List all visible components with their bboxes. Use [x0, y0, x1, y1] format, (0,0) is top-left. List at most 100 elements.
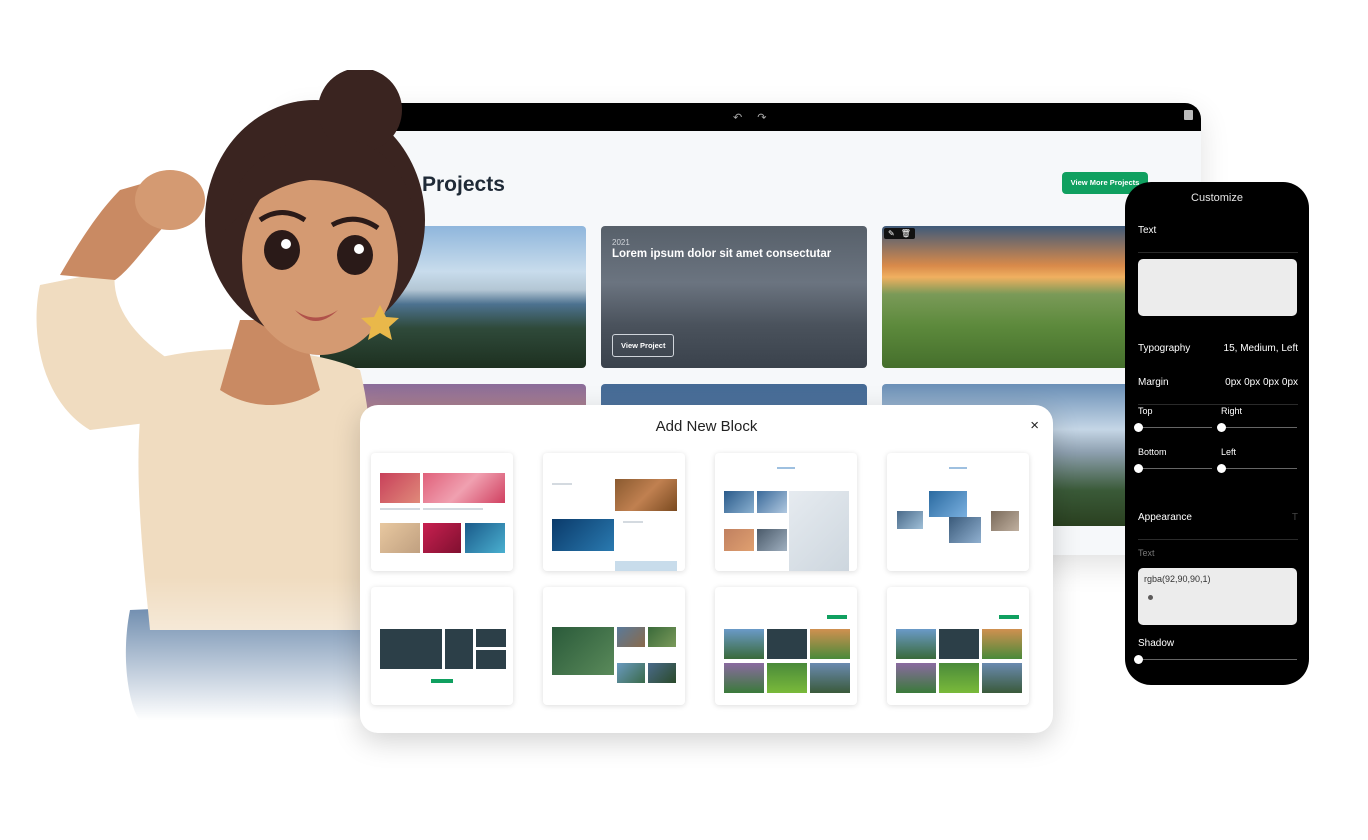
template-thumb	[648, 627, 676, 647]
template-thumb	[757, 491, 787, 513]
template-thumb	[929, 491, 967, 517]
modal-title: Add New Block	[655, 418, 758, 435]
slider-knob[interactable]	[1217, 464, 1226, 473]
block-template-projects-grid-alt[interactable]	[887, 587, 1029, 705]
close-icon[interactable]: ×	[1030, 417, 1039, 434]
customize-panel: Customize Text Typography 15, Medium, Le…	[1125, 182, 1309, 685]
slider-knob[interactable]	[1134, 655, 1143, 664]
top-slider[interactable]	[1134, 423, 1212, 432]
top-label: Top	[1138, 406, 1153, 416]
template-thumb	[423, 473, 505, 503]
divider	[1138, 539, 1298, 540]
block-template-aerial-grid[interactable]	[543, 587, 685, 705]
template-thumb	[615, 479, 677, 511]
panel-title: Customize	[1191, 192, 1243, 204]
template-line	[777, 467, 795, 469]
template-thumb	[767, 629, 807, 659]
template-button	[431, 679, 453, 683]
template-thumb	[476, 629, 506, 647]
text-label: Text	[1138, 225, 1157, 236]
card-heading: Lorem ipsum dolor sit amet consectutar	[612, 248, 832, 260]
template-thumb	[724, 491, 754, 513]
slider-knob[interactable]	[1134, 464, 1143, 473]
card-year: 2021	[612, 238, 630, 247]
slider-knob[interactable]	[1217, 423, 1226, 432]
left-label: Left	[1221, 447, 1237, 457]
add-new-block-modal: Add New Block ×	[360, 405, 1053, 733]
right-slider[interactable]	[1217, 423, 1297, 432]
save-icon[interactable]	[1184, 110, 1193, 120]
text-input[interactable]	[1138, 259, 1297, 316]
slider-knob[interactable]	[1134, 423, 1143, 432]
block-template-architecture[interactable]	[715, 453, 857, 571]
template-thumb	[982, 663, 1022, 693]
template-thumb	[380, 523, 420, 553]
template-line	[423, 508, 483, 510]
template-thumb	[810, 663, 850, 693]
color-input[interactable]: rgba(92,90,90,1)	[1138, 568, 1297, 625]
template-thumb	[939, 629, 979, 659]
template-line	[552, 483, 572, 485]
template-thumb	[476, 650, 506, 669]
bottom-label: Bottom	[1138, 447, 1167, 457]
template-thumb	[380, 629, 442, 669]
template-thumb	[757, 529, 787, 551]
template-thumb	[897, 511, 923, 529]
template-thumb	[615, 561, 677, 571]
template-thumb	[724, 629, 764, 659]
text-sublabel: Text	[1138, 548, 1155, 558]
template-thumb	[465, 523, 505, 553]
template-thumb	[767, 663, 807, 693]
template-thumb	[445, 629, 473, 669]
bottom-slider[interactable]	[1134, 464, 1212, 473]
template-thumb	[552, 627, 614, 675]
template-thumb	[896, 629, 936, 659]
template-thumb	[949, 517, 981, 543]
typography-label: Typography	[1138, 343, 1191, 354]
block-template-projects-grid[interactable]	[715, 587, 857, 705]
template-thumb	[552, 519, 614, 551]
delete-icon[interactable]: 🗑	[901, 229, 911, 238]
template-line	[380, 508, 420, 510]
appearance-label: Appearance	[1138, 512, 1192, 523]
template-thumb	[617, 663, 645, 683]
undo-redo-icons[interactable]: ↶ ↷	[733, 111, 773, 124]
color-swatch-icon	[1148, 595, 1153, 600]
right-label: Right	[1221, 406, 1243, 416]
block-template-collage[interactable]	[887, 453, 1029, 571]
block-template-split-images[interactable]	[543, 453, 685, 571]
view-project-button[interactable]: View Project	[612, 334, 675, 357]
shadow-label: Shadow	[1138, 638, 1175, 649]
template-thumb	[896, 663, 936, 693]
template-thumb	[724, 529, 754, 551]
divider	[1138, 252, 1298, 253]
divider	[1138, 404, 1298, 405]
template-thumb	[810, 629, 850, 659]
text-type-icon[interactable]: T	[1292, 512, 1298, 523]
edit-icon[interactable]: ✎	[888, 229, 895, 238]
template-button	[827, 615, 847, 619]
color-value: rgba(92,90,90,1)	[1144, 574, 1211, 584]
template-line	[623, 521, 643, 523]
template-thumb	[724, 663, 764, 693]
typography-value[interactable]: 15, Medium, Left	[1224, 343, 1298, 354]
template-thumb	[617, 627, 645, 647]
project-card-valley[interactable]: ✎ 🗑	[882, 226, 1148, 368]
template-line	[949, 467, 967, 469]
template-thumb	[789, 491, 849, 571]
project-card-featured[interactable]: 2021 Lorem ipsum dolor sit amet consectu…	[601, 226, 867, 368]
template-button	[999, 615, 1019, 619]
template-thumb	[648, 663, 676, 683]
template-thumb	[423, 523, 461, 553]
margin-value[interactable]: 0px 0px 0px 0px	[1225, 377, 1298, 388]
template-thumb	[380, 473, 420, 503]
block-template-dark-cards[interactable]	[371, 587, 513, 705]
template-thumb	[939, 663, 979, 693]
left-slider[interactable]	[1217, 464, 1297, 473]
shadow-slider[interactable]	[1134, 655, 1297, 664]
block-template-gallery-grid[interactable]	[371, 453, 513, 571]
margin-label: Margin	[1138, 377, 1169, 388]
template-thumb	[982, 629, 1022, 659]
card-tools: ✎ 🗑	[884, 228, 915, 239]
template-thumb	[991, 511, 1019, 531]
